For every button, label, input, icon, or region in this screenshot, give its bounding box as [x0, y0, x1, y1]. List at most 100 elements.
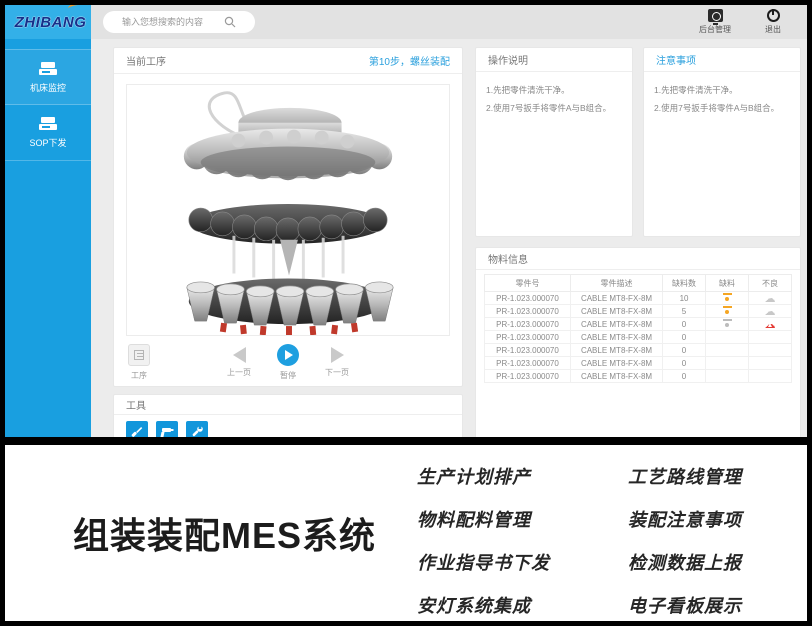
notes-header: 注意事项	[644, 48, 800, 72]
main-content: 当前工序 第10步，螺丝装配	[91, 39, 807, 437]
right-column: 操作说明 1.先把零件清洗干净。 2.使用7号扳手将零件A与B组合。 注意事项 …	[475, 47, 801, 437]
pause-button[interactable]: 暂停	[277, 344, 299, 381]
banner-title: 组装装配MES系统	[73, 507, 376, 559]
sidebar-item-machine-monitor[interactable]: 机床监控	[5, 49, 91, 105]
cell-part-desc: CABLE MT8-FX-8M	[570, 357, 662, 370]
admin-monitor-gear-icon	[708, 9, 723, 22]
cell-part-desc: CABLE MT8-FX-8M	[570, 344, 662, 357]
cell-shortage-count: 10	[663, 292, 706, 305]
instruction-line: 2.使用7号扳手将零件A与B组合。	[486, 100, 622, 118]
next-page-button[interactable]: 下一页	[325, 344, 349, 378]
cell-part-no: PR-1.023.000070	[485, 305, 571, 318]
feature-list: 生产计划排产 物料配料管理 作业指导书下发 安灯系统集成 工艺路线管理 装配注意…	[417, 463, 742, 618]
operation-instructions-panel: 操作说明 1.先把零件清洗干净。 2.使用7号扳手将零件A与B组合。	[475, 47, 633, 237]
sidebar-item-label: 机床监控	[30, 81, 66, 94]
cell-part-no: PR-1.023.000070	[485, 370, 571, 383]
col-part-desc: 零件描述	[570, 275, 662, 292]
cell-shortage-count: 5	[663, 305, 706, 318]
cell-part-desc: CABLE MT8-FX-8M	[570, 292, 662, 305]
cell-shortage-count: 0	[663, 318, 706, 331]
table-row: PR-1.023.000070 CABLE MT8-FX-8M 0	[485, 344, 792, 357]
current-step-info: 第10步，螺丝装配	[369, 53, 450, 68]
feature-item: 工艺路线管理	[628, 463, 742, 489]
cell-shortage-count: 0	[663, 331, 706, 344]
operation-instructions-body: 1.先把零件清洗干净。 2.使用7号扳手将零件A与B组合。	[476, 72, 632, 128]
wrench-icon	[186, 421, 208, 437]
material-call-icon[interactable]	[723, 306, 732, 315]
sidebar-item-label: SOP下发	[29, 136, 66, 149]
screenshot-frame: 机床监控 SOP下发 ZHIBANG	[0, 0, 812, 626]
current-process-panel: 当前工序 第10步，螺丝装配	[113, 47, 463, 387]
prev-arrow-icon	[233, 347, 246, 363]
tool-wrench[interactable]: 扳手	[186, 421, 208, 437]
tools-header: 工具	[114, 395, 462, 415]
defect-upload-icon[interactable]	[764, 319, 775, 330]
cell-part-no: PR-1.023.000070	[485, 292, 571, 305]
cell-part-no: PR-1.023.000070	[485, 357, 571, 370]
sop-dispatch-icon	[38, 116, 58, 132]
tools-title: 工具	[126, 397, 146, 412]
defect-upload-icon[interactable]	[764, 306, 775, 317]
table-row: PR-1.023.000070 CABLE MT8-FX-8M 5	[485, 305, 792, 318]
topbar: 后台管理 退出	[91, 5, 807, 39]
cell-part-no: PR-1.023.000070	[485, 344, 571, 357]
screwdriver-icon	[126, 421, 148, 437]
cell-part-desc: CABLE MT8-FX-8M	[570, 305, 662, 318]
current-process-header: 当前工序 第10步，螺丝装配	[114, 48, 462, 74]
tools-row: 起子 电钻	[114, 415, 462, 437]
admin-button[interactable]: 后台管理	[699, 9, 731, 35]
table-row: PR-1.023.000070 CABLE MT8-FX-8M 0	[485, 357, 792, 370]
info-panels-row: 操作说明 1.先把零件清洗干净。 2.使用7号扳手将零件A与B组合。 注意事项 …	[475, 47, 801, 237]
table-row: PR-1.023.000070 CABLE MT8-FX-8M 0	[485, 331, 792, 344]
app-logo[interactable]: ZHIBANG	[5, 5, 96, 39]
pause-label: 暂停	[280, 370, 296, 381]
sidebar-item-sop-dispatch[interactable]: SOP下发	[5, 105, 91, 161]
feature-column-2: 工艺路线管理 装配注意事项 检测数据上报 电子看板展示	[628, 463, 742, 618]
table-header-row: 零件号 零件描述 缺料数 缺料 不良	[485, 275, 792, 292]
process-image-box	[126, 84, 450, 336]
table-row: PR-1.023.000070 CABLE MT8-FX-8M 0	[485, 370, 792, 383]
feature-item: 检测数据上报	[628, 549, 742, 575]
feature-item: 生产计划排产	[417, 463, 550, 489]
table-row: PR-1.023.000070 CABLE MT8-FX-8M 10	[485, 292, 792, 305]
search-icon[interactable]	[224, 16, 236, 28]
feature-item: 物料配料管理	[417, 506, 550, 532]
notes-title: 注意事项	[656, 52, 696, 67]
feature-column-1: 生产计划排产 物料配料管理 作业指导书下发 安灯系统集成	[417, 463, 550, 618]
defect-upload-icon[interactable]	[764, 293, 775, 304]
search-box[interactable]	[103, 11, 255, 33]
tool-drill[interactable]: 电钻	[156, 421, 178, 437]
operation-instructions-title: 操作说明	[488, 52, 528, 67]
cell-shortage-count: 0	[663, 357, 706, 370]
prev-page-label: 上一页	[227, 367, 251, 378]
material-call-icon[interactable]	[723, 319, 732, 328]
play-icon	[277, 344, 299, 366]
app-logo-text: ZHIBANG	[15, 14, 87, 31]
material-call-icon[interactable]	[723, 293, 732, 302]
feature-item: 作业指导书下发	[417, 549, 550, 575]
process-controls: 工序 上一页 暂停	[114, 342, 462, 386]
process-image	[129, 85, 447, 335]
search-input[interactable]	[122, 17, 218, 27]
cell-part-desc: CABLE MT8-FX-8M	[570, 370, 662, 383]
col-defect: 不良	[748, 275, 791, 292]
cell-part-no: PR-1.023.000070	[485, 331, 571, 344]
exit-button-label: 退出	[765, 24, 781, 35]
caption-band: 组装装配MES系统 生产计划排产 物料配料管理 作业指导书下发 安灯系统集成 工…	[5, 445, 807, 621]
topbar-actions: 后台管理 退出	[699, 9, 781, 35]
feature-item: 装配注意事项	[628, 506, 742, 532]
process-list-button[interactable]: 工序	[128, 344, 150, 381]
sidebar: 机床监控 SOP下发	[5, 5, 91, 437]
tool-screwdriver[interactable]: 起子	[126, 421, 148, 437]
machine-monitor-icon	[38, 61, 58, 77]
feature-item: 电子看板展示	[628, 592, 742, 618]
power-icon	[767, 9, 780, 22]
prev-page-button[interactable]: 上一页	[227, 344, 251, 378]
exit-button[interactable]: 退出	[765, 9, 781, 35]
note-line: 2.使用7号扳手将零件A与B组合。	[654, 100, 790, 118]
materials-header: 物料信息	[476, 248, 800, 270]
notes-panel: 注意事项 1.先把零件清洗干净。 2.使用7号扳手将零件A与B组合。	[643, 47, 801, 237]
logo-swoosh-decor	[68, 5, 89, 12]
note-line: 1.先把零件清洗干净。	[654, 82, 790, 100]
col-part-no: 零件号	[485, 275, 571, 292]
